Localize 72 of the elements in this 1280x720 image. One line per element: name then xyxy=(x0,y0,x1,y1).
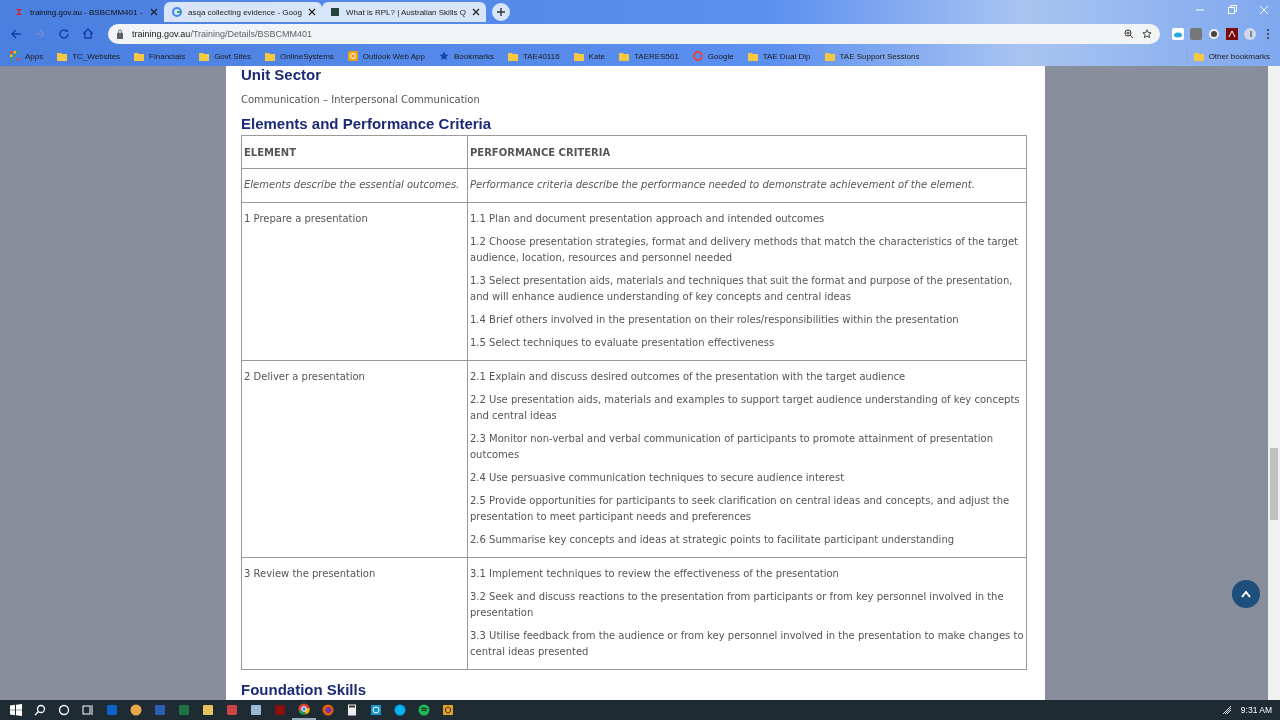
star-icon xyxy=(438,51,449,61)
sector-text: Communication – Interpersonal Communication xyxy=(241,93,481,107)
hexagon-tile-icon[interactable] xyxy=(442,704,454,716)
chrome-icon[interactable] xyxy=(298,703,310,715)
spotify-icon[interactable] xyxy=(418,704,430,716)
criterion-text: 3.3 Utilise feedback from the audience or from key personnel involved in the presentation to make changes to central ideas presented xyxy=(470,629,1024,659)
section-heading: Elements and Performance Criteria xyxy=(241,115,493,133)
zoom-icon xyxy=(1124,29,1134,39)
scrollbar[interactable] xyxy=(1268,66,1280,700)
criterion-text: 2.5 Provide opportunities for participants to seek clarification on central ideas and concepts, and adjust the presentation to meet participant needs and preferences xyxy=(470,494,1011,524)
section-heading: Foundation Skills xyxy=(241,681,367,699)
bookmark[interactable]: Other bookmarks xyxy=(1186,49,1276,63)
criterion-text: 1.1 Plan and document presentation approach and intended outcomes xyxy=(470,212,826,226)
criterion-text: 2.3 Monitor non-verbal and verbal communication of participants to promote attainment of presentation outcomes xyxy=(470,432,994,462)
task-view-icon[interactable] xyxy=(82,704,94,716)
network-icon[interactable] xyxy=(1220,704,1233,716)
criterion-text: 2.2 Use presentation aids, materials and examples to support target audience understanding of key concepts and central ideas xyxy=(470,393,1021,423)
bookmark[interactable]: TAERES501 xyxy=(613,49,685,63)
bookmark[interactable]: Financials xyxy=(128,49,192,63)
criterion-text: 2.4 Use persuasive communication techniques to secure audience interest xyxy=(470,471,846,485)
element-cell: 2 Deliver a presentation xyxy=(241,360,468,558)
bookmark[interactable]: OnlineSystems xyxy=(259,49,340,63)
close-icon[interactable] xyxy=(471,8,480,16)
column-header: PERFORMANCE CRITERIA xyxy=(467,135,1027,169)
apps-grid-icon xyxy=(10,51,20,61)
browser-tab[interactable]: training.gov.au - BSBCMM401 - xyxy=(6,2,164,22)
circle-icon[interactable] xyxy=(58,704,70,716)
browser-tab[interactable]: What is RPL? | Australian Skills Q xyxy=(322,2,486,22)
criterion-text: 1.4 Brief others involved in the presentation on their roles/responsibilities within the presentation xyxy=(470,313,960,327)
lock-icon xyxy=(116,29,124,39)
globe-tile-icon[interactable] xyxy=(370,704,382,716)
criterion-text: 1.3 Select presentation aids, materials and techniques that suit the format and purpose of the presentation, and will enhance audience understanding of key concepts and central ideas xyxy=(470,274,1014,304)
browser-tab[interactable]: asqa collecting evidence - Goog xyxy=(164,2,322,22)
element-cell: 1 Prepare a presentation xyxy=(241,202,468,361)
close-icon[interactable] xyxy=(308,8,316,16)
criterion-text: 1.5 Select techniques to evaluate presentation effectiveness xyxy=(470,336,776,350)
bookmark[interactable]: Kate xyxy=(567,49,612,63)
bookmark[interactable]: TAE40116 xyxy=(501,49,566,63)
plus-icon[interactable] xyxy=(495,7,506,17)
google-icon xyxy=(172,7,182,17)
bookmark[interactable]: Apps xyxy=(4,49,50,63)
bookmark[interactable]: Govt Sites xyxy=(193,49,258,63)
criterion-text: 2.1 Explain and discuss desired outcomes of the presentation with the target audience xyxy=(470,370,907,384)
column-header: ELEMENT xyxy=(241,135,468,169)
table-cell: Elements describe the essential outcomes. xyxy=(241,168,468,203)
criterion-text: 1.2 Choose presentation strategies, format and delivery methods that match the characteristics of the target audience, location, resources and personnel needed xyxy=(470,235,1019,265)
firefox-icon[interactable] xyxy=(322,704,334,716)
bookmark[interactable]: TAE Support Sessions xyxy=(818,49,926,63)
address-bar[interactable]: training.gov.au/Training/Details/BSBCMM401 xyxy=(108,24,1160,44)
page-icon xyxy=(330,7,340,17)
bookmark[interactable]: TAE Dual Dip xyxy=(741,49,817,63)
section-heading: Unit Sector xyxy=(241,66,322,84)
chevron-up-icon xyxy=(1241,590,1251,598)
star-icon xyxy=(1142,29,1152,39)
bookmark[interactable]: TC_Websites xyxy=(51,49,127,63)
criterion-text: 3.1 Implement techniques to review the effectiveness of the presentation xyxy=(470,567,840,581)
table-cell: Performance criteria describe the performance needed to demonstrate achievement of the element. xyxy=(467,168,1027,203)
clock[interactable]: 9:31 AM xyxy=(1240,705,1272,715)
google-icon xyxy=(692,51,703,61)
windows-icon[interactable] xyxy=(10,704,22,716)
bookmark[interactable]: Bookmarks xyxy=(432,49,500,63)
bookmark[interactable]: Google xyxy=(686,49,740,63)
search-icon[interactable] xyxy=(34,704,46,716)
circle-icon[interactable] xyxy=(1208,28,1220,40)
element-cell: 3 Review the presentation xyxy=(241,557,468,670)
scrollbar-thumb[interactable] xyxy=(1270,448,1278,520)
criterion-text: 2.6 Summarise key concepts and ideas at strategic points to facilitate participant understanding xyxy=(470,533,956,547)
calculator-icon[interactable] xyxy=(346,704,358,716)
cloud-icon[interactable] xyxy=(1172,28,1184,40)
criterion-text: 3.2 Seek and discuss reactions to the presentation from participants or from key personnel involved in the presentation xyxy=(470,590,1005,620)
bookmark[interactable]: Outlook Web App xyxy=(341,49,431,63)
back-to-top-button[interactable] xyxy=(1232,580,1260,608)
